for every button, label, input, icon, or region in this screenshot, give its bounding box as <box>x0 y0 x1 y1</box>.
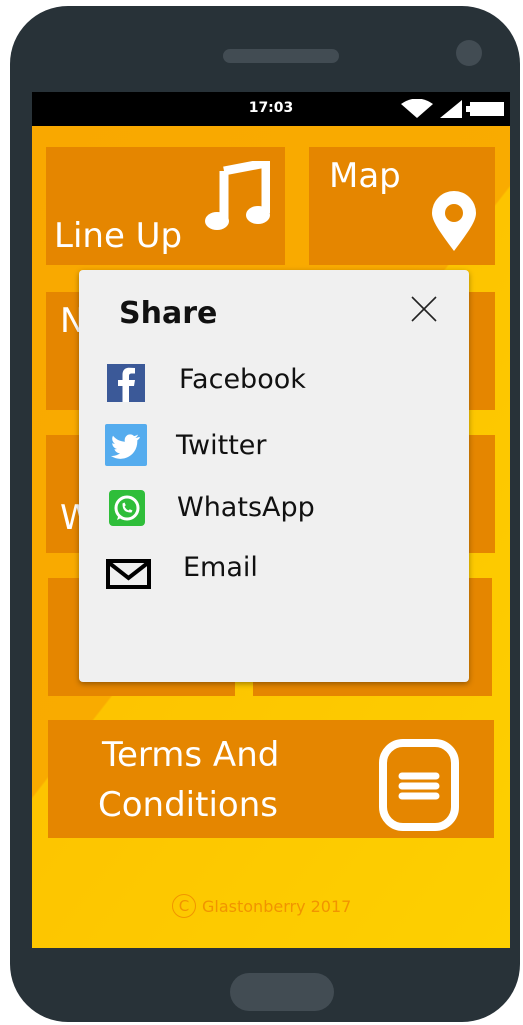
share-dialog: Share Facebook Twitter WhatsApp Email <box>79 270 469 682</box>
tile-line-up-label: Line Up <box>54 216 183 256</box>
share-option-twitter[interactable]: Twitter <box>103 424 433 466</box>
wifi-icon <box>401 99 433 118</box>
tile-terms-label-line2: Conditions <box>98 785 278 825</box>
share-dialog-title: Share <box>119 296 218 331</box>
map-pin-icon <box>432 191 476 251</box>
share-option-facebook-label: Facebook <box>179 364 306 395</box>
facebook-icon <box>107 364 145 402</box>
home-button[interactable] <box>230 973 334 1011</box>
email-icon <box>106 559 151 589</box>
whatsapp-icon <box>109 490 145 526</box>
copyright-text: Glastonberry 2017 <box>202 896 352 916</box>
share-option-email-label: Email <box>183 552 258 583</box>
document-icon <box>379 739 459 831</box>
tile-map[interactable]: Map <box>309 147 495 265</box>
share-option-whatsapp-label: WhatsApp <box>177 492 315 523</box>
tile-terms[interactable]: Terms And Conditions <box>48 720 494 838</box>
music-note-icon <box>205 161 270 230</box>
close-icon[interactable] <box>409 294 439 324</box>
signal-icon <box>440 100 462 118</box>
status-bar: 17:03 <box>32 92 510 126</box>
battery-icon <box>466 102 504 116</box>
tile-terms-label-line1: Terms And <box>102 735 280 775</box>
phone-camera <box>456 40 482 66</box>
tile-map-label: Map <box>329 156 401 196</box>
copyright-icon: C <box>172 894 196 918</box>
share-option-whatsapp[interactable]: WhatsApp <box>103 488 433 528</box>
copyright: C Glastonberry 2017 <box>172 894 432 918</box>
phone-speaker <box>223 49 339 63</box>
tile-line-up[interactable]: Line Up <box>46 147 285 265</box>
share-option-twitter-label: Twitter <box>176 430 267 461</box>
twitter-icon <box>105 424 147 466</box>
share-option-email[interactable]: Email <box>103 552 433 592</box>
share-option-facebook[interactable]: Facebook <box>103 362 433 402</box>
